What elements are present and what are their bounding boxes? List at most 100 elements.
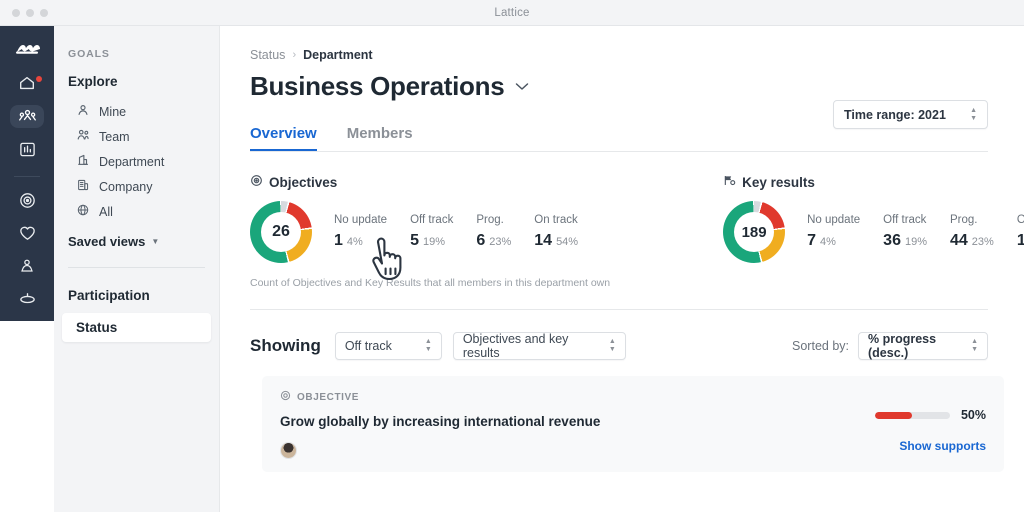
status-filter-select[interactable]: Off track ▲ ▼ (334, 332, 442, 360)
rail-item-reviews[interactable] (10, 138, 44, 161)
secondary-sidebar: GOALS Explore Mine Team Department Compa… (54, 26, 220, 512)
rail-item-people[interactable] (10, 104, 44, 128)
sidebar-item-all[interactable]: All (54, 199, 219, 224)
sort-select[interactable]: % progress (desc.) ▲ ▼ (858, 332, 988, 360)
col-percent: 23% (489, 236, 512, 248)
objectives-col-on-track: On track 14 54% (534, 214, 578, 250)
col-label: On track (534, 214, 578, 226)
col-label: On track (1016, 214, 1024, 226)
key-result-icon (723, 174, 736, 190)
col-count: 7 (807, 232, 816, 249)
sidebar-item-label: Company (99, 179, 153, 194)
stats-section: Objectives 26 No update 1 4% Off track 5… (250, 174, 1024, 263)
objective-card[interactable]: OBJECTIVE Grow globally by increasing in… (262, 376, 1004, 472)
company-icon (76, 178, 90, 195)
type-filter-value: Objectives and key results (462, 332, 569, 360)
window-titlebar: Lattice (0, 0, 1024, 26)
sidebar-item-label: Department (99, 154, 165, 169)
minimize-button[interactable] (26, 9, 34, 17)
status-filter-value: Off track (344, 339, 392, 353)
col-label: Off track (410, 214, 454, 226)
col-label: No update (807, 214, 861, 226)
stepper-icon: ▲ ▼ (970, 106, 977, 122)
sidebar-item-label: Team (99, 129, 130, 144)
key-results-stat-body: 189 No update 7 4% Off track 36 19% Prog… (723, 201, 1024, 263)
target-icon (250, 174, 263, 190)
lattice-logo-icon[interactable] (12, 40, 42, 58)
tab-members[interactable]: Members (347, 125, 413, 151)
key-results-breakdown: No update 7 4% Off track 36 19% Prog. 44… (807, 214, 1024, 250)
sidebar-item-company[interactable]: Company (54, 174, 219, 199)
sidebar-saved-views[interactable]: Saved views ▼ (54, 224, 219, 249)
sidebar-item-department[interactable]: Department (54, 149, 219, 174)
sidebar-heading-explore: Explore (68, 74, 118, 89)
objectives-col-prog: Prog. 6 23% (476, 214, 511, 250)
key-results-heading-label: Key results (742, 174, 815, 190)
progress-percent: 50% (960, 408, 986, 422)
sidebar-item-label: Mine (99, 104, 127, 119)
objectives-heading-label: Objectives (269, 174, 338, 190)
show-supports-link[interactable]: Show supports (899, 439, 986, 453)
col-count: 1 (334, 232, 343, 249)
page-title-row: Business Operations (250, 71, 988, 102)
chevron-down-icon[interactable] (515, 78, 529, 96)
tab-bar-divider (250, 151, 988, 152)
time-range-value: Time range: 2021 (844, 107, 946, 122)
globe-icon (76, 203, 90, 220)
col-percent: 54% (556, 236, 579, 248)
objectives-col-off-track: Off track 5 19% (410, 214, 453, 250)
key-results-total: 189 (734, 212, 775, 252)
rail-item-home[interactable] (10, 72, 44, 95)
maximize-button[interactable] (40, 9, 48, 17)
col-label: Prog. (950, 214, 978, 226)
window-title: Lattice (494, 6, 530, 19)
sidebar-item-label: All (99, 204, 113, 219)
col-label: Prog. (476, 214, 504, 226)
key-results-col-no-update: No update 7 4% (807, 214, 860, 250)
sidebar-item-status[interactable]: Status (62, 313, 211, 342)
objectives-stat-block: Objectives 26 No update 1 4% Off track 5… (250, 174, 601, 263)
close-button[interactable] (12, 9, 20, 17)
sidebar-heading-participation: Participation (68, 288, 150, 303)
key-results-col-off-track: Off track 36 19% (883, 214, 927, 250)
breadcrumb: Status › Department (250, 48, 988, 62)
rail-item-engagement[interactable] (10, 222, 44, 245)
showing-label: Showing (250, 336, 321, 355)
objective-card-kicker-label: OBJECTIVE (297, 391, 360, 403)
sort-control: Sorted by: % progress (desc.) ▲ ▼ (792, 332, 988, 360)
col-count: 6 (476, 232, 486, 249)
col-percent: 4% (820, 236, 836, 248)
col-count: 44 (950, 232, 968, 249)
breadcrumb-current: Department (303, 48, 373, 62)
tab-overview[interactable]: Overview (250, 125, 317, 151)
sidebar-saved-views-label: Saved views (68, 234, 146, 249)
rail-item-compensation[interactable] (10, 288, 44, 311)
objectives-total: 26 (261, 212, 301, 252)
sorted-by-label: Sorted by: (792, 339, 849, 353)
key-results-stat-block: Key results 189 No update 7 4% Off track… (723, 174, 1024, 263)
objectives-stat-body: 26 No update 1 4% Off track 5 19% Prog. … (250, 201, 601, 263)
breadcrumb-root[interactable]: Status (250, 48, 285, 62)
rail-item-growth[interactable] (10, 255, 44, 278)
stats-caption: Count of Objectives and Key Results that… (250, 277, 611, 289)
avatar[interactable] (280, 442, 297, 459)
sort-value: % progress (desc.) (868, 332, 937, 360)
team-icon (76, 128, 90, 145)
rail-divider (14, 175, 40, 177)
stepper-icon: ▲ ▼ (424, 338, 432, 353)
home-notification-badge (36, 75, 42, 82)
objectives-breakdown: No update 1 4% Off track 5 19% Prog. 6 2… (334, 214, 601, 250)
col-percent: 23% (971, 236, 994, 248)
window-traffic-lights[interactable] (12, 9, 48, 17)
col-percent: 4% (346, 236, 363, 248)
rail-item-goals[interactable] (10, 189, 44, 212)
time-range-select[interactable]: Time range: 2021 ▲ ▼ (833, 100, 988, 129)
progress-bar (874, 411, 950, 419)
sidebar-section-kicker: GOALS (68, 48, 110, 60)
sidebar-item-team[interactable]: Team (54, 124, 219, 149)
col-label: No update (334, 214, 388, 226)
objectives-col-no-update: No update 1 4% (334, 214, 387, 250)
sidebar-item-mine[interactable]: Mine (54, 99, 219, 124)
type-filter-select[interactable]: Objectives and key results ▲ ▼ (452, 332, 626, 360)
page-title: Business Operations (250, 71, 505, 101)
